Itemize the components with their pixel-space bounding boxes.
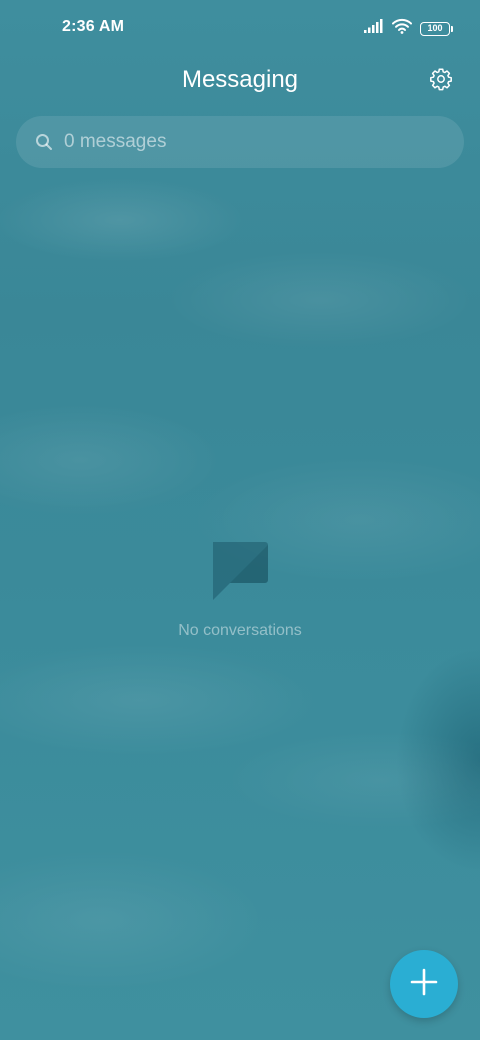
status-time: 2:36 AM [62,18,125,35]
plus-icon [409,967,439,1002]
search-bar[interactable] [16,116,464,168]
wifi-icon [392,18,412,39]
status-bar: 2:36 AM 100 [0,0,480,56]
empty-state-text: No conversations [178,622,302,639]
battery-level: 100 [427,23,443,33]
status-icons: 100 [364,18,453,39]
empty-state: No conversations [0,540,480,640]
settings-button[interactable] [426,66,456,96]
search-icon [34,132,54,152]
new-conversation-button[interactable] [390,950,458,1018]
signal-icon [364,19,384,38]
gear-icon [429,67,453,96]
search-input[interactable] [64,131,444,153]
page-title: Messaging [181,66,299,93]
chat-bubble-icon [210,540,270,602]
app-header: Messaging [0,60,480,104]
battery-icon: 100 [420,21,453,36]
